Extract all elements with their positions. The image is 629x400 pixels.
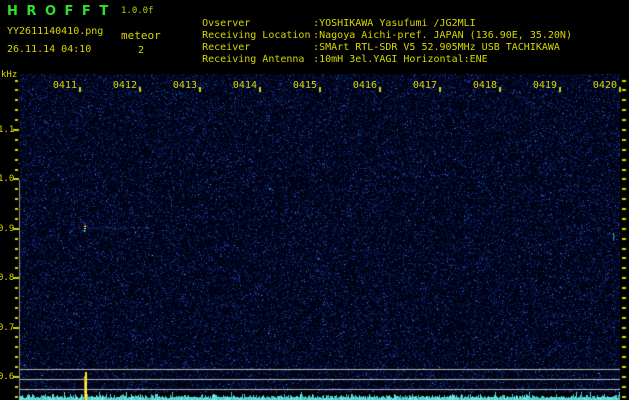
freq-label: 1.0 — [0, 174, 15, 185]
time-label: 0415 — [292, 80, 317, 91]
echo-count: 2 — [138, 45, 145, 56]
freq-unit-label: kHz — [1, 70, 18, 80]
freq-label: 1.1 — [0, 125, 15, 135]
time-label: 0414 — [232, 80, 257, 91]
freq-label: 0.9 — [0, 223, 15, 234]
app-title: H R O F F T — [7, 4, 111, 19]
app-version: 1.0.0f — [121, 6, 154, 16]
info-value: :10mH 3el.YAGI Horizontal:ENE — [313, 54, 488, 65]
time-label: 0416 — [352, 80, 377, 91]
time-label: 0418 — [472, 80, 497, 91]
info-row-antenna: Receiving Antenna :10mH 3el.YAGI Horizont… — [178, 43, 488, 76]
hrofft-window: H R O F F T 1.0.0f YY2611140410.png mete… — [0, 0, 629, 400]
info-label: Receiving Antenna — [202, 54, 305, 65]
time-label: 0420 — [592, 80, 617, 91]
freq-label: 0.7 — [0, 322, 15, 333]
time-label: 0411 — [52, 80, 77, 91]
freq-label: 0.6 — [0, 372, 15, 382]
time-label: 0412 — [112, 80, 137, 91]
observation-datetime: 26.11.14 04:10 — [7, 44, 92, 55]
freq-label: 0.8 — [0, 273, 15, 284]
time-label: 0413 — [172, 80, 197, 91]
time-label: 0417 — [412, 80, 437, 91]
output-filename: YY2611140410.png — [7, 26, 104, 37]
mode-label: meteor — [121, 29, 161, 42]
time-label: 0419 — [532, 80, 557, 91]
